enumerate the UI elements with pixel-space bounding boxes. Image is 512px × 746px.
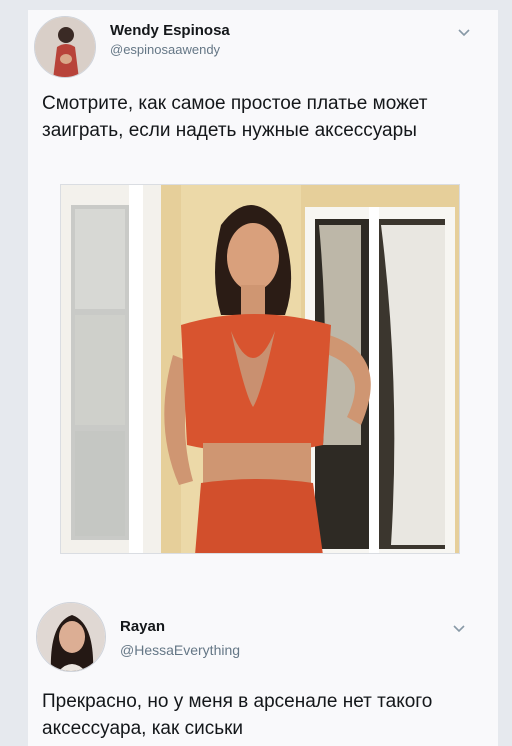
avatar-icon (37, 603, 105, 671)
reply-text: Прекрасно, но у меня в арсенале нет тако… (42, 691, 433, 739)
avatar-icon (35, 17, 95, 77)
tweet-reply: Rayan @HessaEverything Прекрасно, но у м… (28, 588, 498, 746)
author-name[interactable]: Wendy Espinosa (110, 22, 230, 39)
tweet-original: Wendy Espinosa @espinosaawendy Смотрите,… (28, 10, 498, 570)
chevron-down-icon[interactable] (451, 620, 467, 636)
reply-author-avatar[interactable] (36, 602, 106, 672)
author-handle[interactable]: @espinosaawendy (110, 42, 220, 57)
photo-illustration (61, 185, 459, 553)
tweet-screenshot: Wendy Espinosa @espinosaawendy Смотрите,… (28, 10, 498, 746)
reply-author-handle[interactable]: @HessaEverything (120, 642, 240, 658)
chevron-down-icon[interactable] (456, 24, 472, 40)
tweet-text: Смотрите, как самое простое платье может… (42, 93, 428, 141)
reply-author-name[interactable]: Rayan (120, 618, 165, 635)
author-avatar[interactable] (34, 16, 96, 78)
tweet-photo[interactable] (60, 184, 460, 554)
